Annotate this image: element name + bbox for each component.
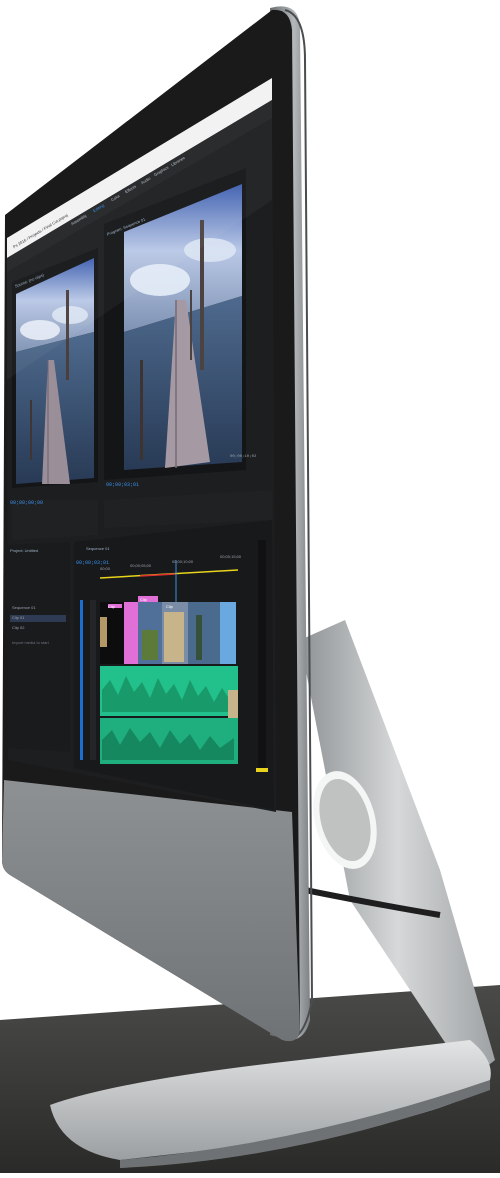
imac-scene	[0, 0, 500, 1173]
program-timecode-duration: 00;00;10;02	[230, 455, 257, 459]
program-timecode-current: 00;00;03;01	[106, 482, 140, 488]
ruler-label: 00;00	[100, 566, 111, 571]
clip-label[interactable]: Clip	[166, 604, 173, 609]
clip-label[interactable]: Clip	[140, 597, 147, 602]
project-item[interactable]: Sequence 01	[12, 605, 36, 610]
source-timecode: 00;00;00;00	[10, 500, 44, 506]
tab-timeline-sequence[interactable]: Sequence 01	[86, 546, 110, 551]
ruler-label: 00;00;10;00	[172, 559, 194, 564]
monitor-chin	[2, 780, 300, 1042]
ruler-label: 00;00;15;00	[220, 554, 242, 559]
project-item[interactable]: Clip 02	[12, 625, 24, 630]
tab-project[interactable]: Project: Untitled	[10, 548, 38, 553]
project-empty-hint: Import media to start	[12, 640, 49, 645]
ruler-label: 00;00;05;00	[130, 563, 152, 568]
project-item[interactable]: Clip 01	[12, 615, 24, 620]
clip-label[interactable]: Clip	[108, 604, 115, 609]
